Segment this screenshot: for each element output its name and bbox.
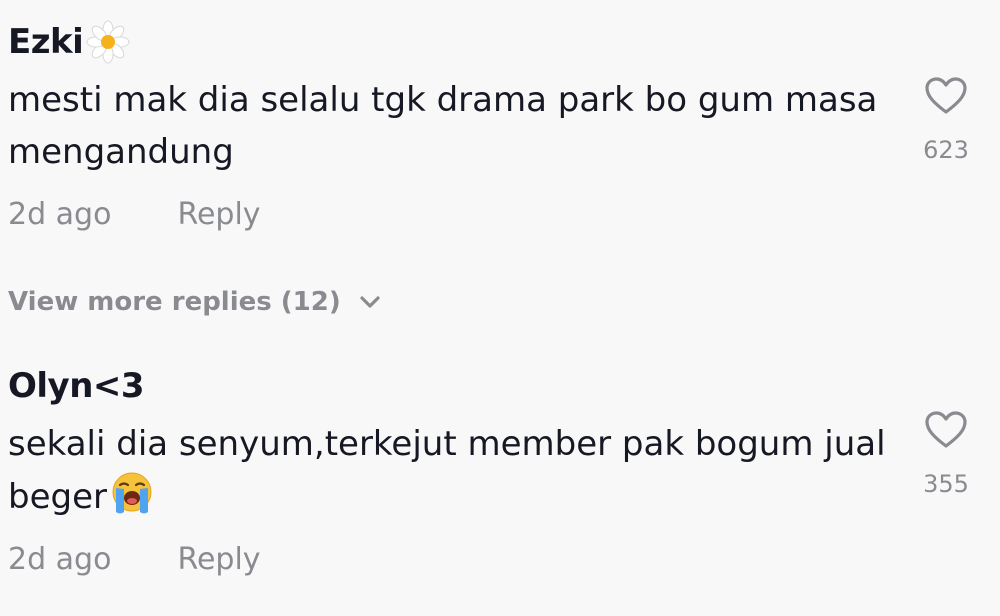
comment-item: Ezki mesti mak dia selalu tgk drama park… [8,12,992,234]
heart-icon[interactable] [924,76,968,116]
comment-meta: 2d ago Reply [8,194,992,234]
daisy-icon [86,20,130,64]
reply-button[interactable]: Reply [177,197,260,232]
comment-text: mesti mak dia selalu tgk drama park bo g… [8,80,878,172]
comment-text: sekali dia senyum,terkejut member pak bo… [8,418,888,523]
comment-time: 2d ago [8,541,112,577]
chevron-down-icon[interactable] [357,293,383,311]
heart-icon[interactable] [924,410,968,450]
like-count: 623 [923,136,969,164]
reply-button[interactable]: Reply [177,542,260,577]
comment-time: 2d ago [8,196,112,232]
like-count: 355 [923,470,969,498]
crying-face-icon [112,472,152,514]
like-button[interactable]: 623 [916,76,976,164]
comment-username[interactable]: Ezki [8,12,992,72]
like-button[interactable]: 355 [916,410,976,498]
view-more-replies-label[interactable]: View more replies (12) [8,287,341,317]
comment-username[interactable]: Olyn<3 [8,356,992,416]
view-more-replies-button[interactable]: View more replies (12) [8,282,383,322]
comment-meta: 2d ago Reply [8,539,992,579]
comment-item: Olyn<3 sekali dia senyum,terkejut member… [8,356,992,579]
username-text[interactable]: Ezki [8,12,84,72]
username-text[interactable]: Olyn<3 [8,356,145,416]
